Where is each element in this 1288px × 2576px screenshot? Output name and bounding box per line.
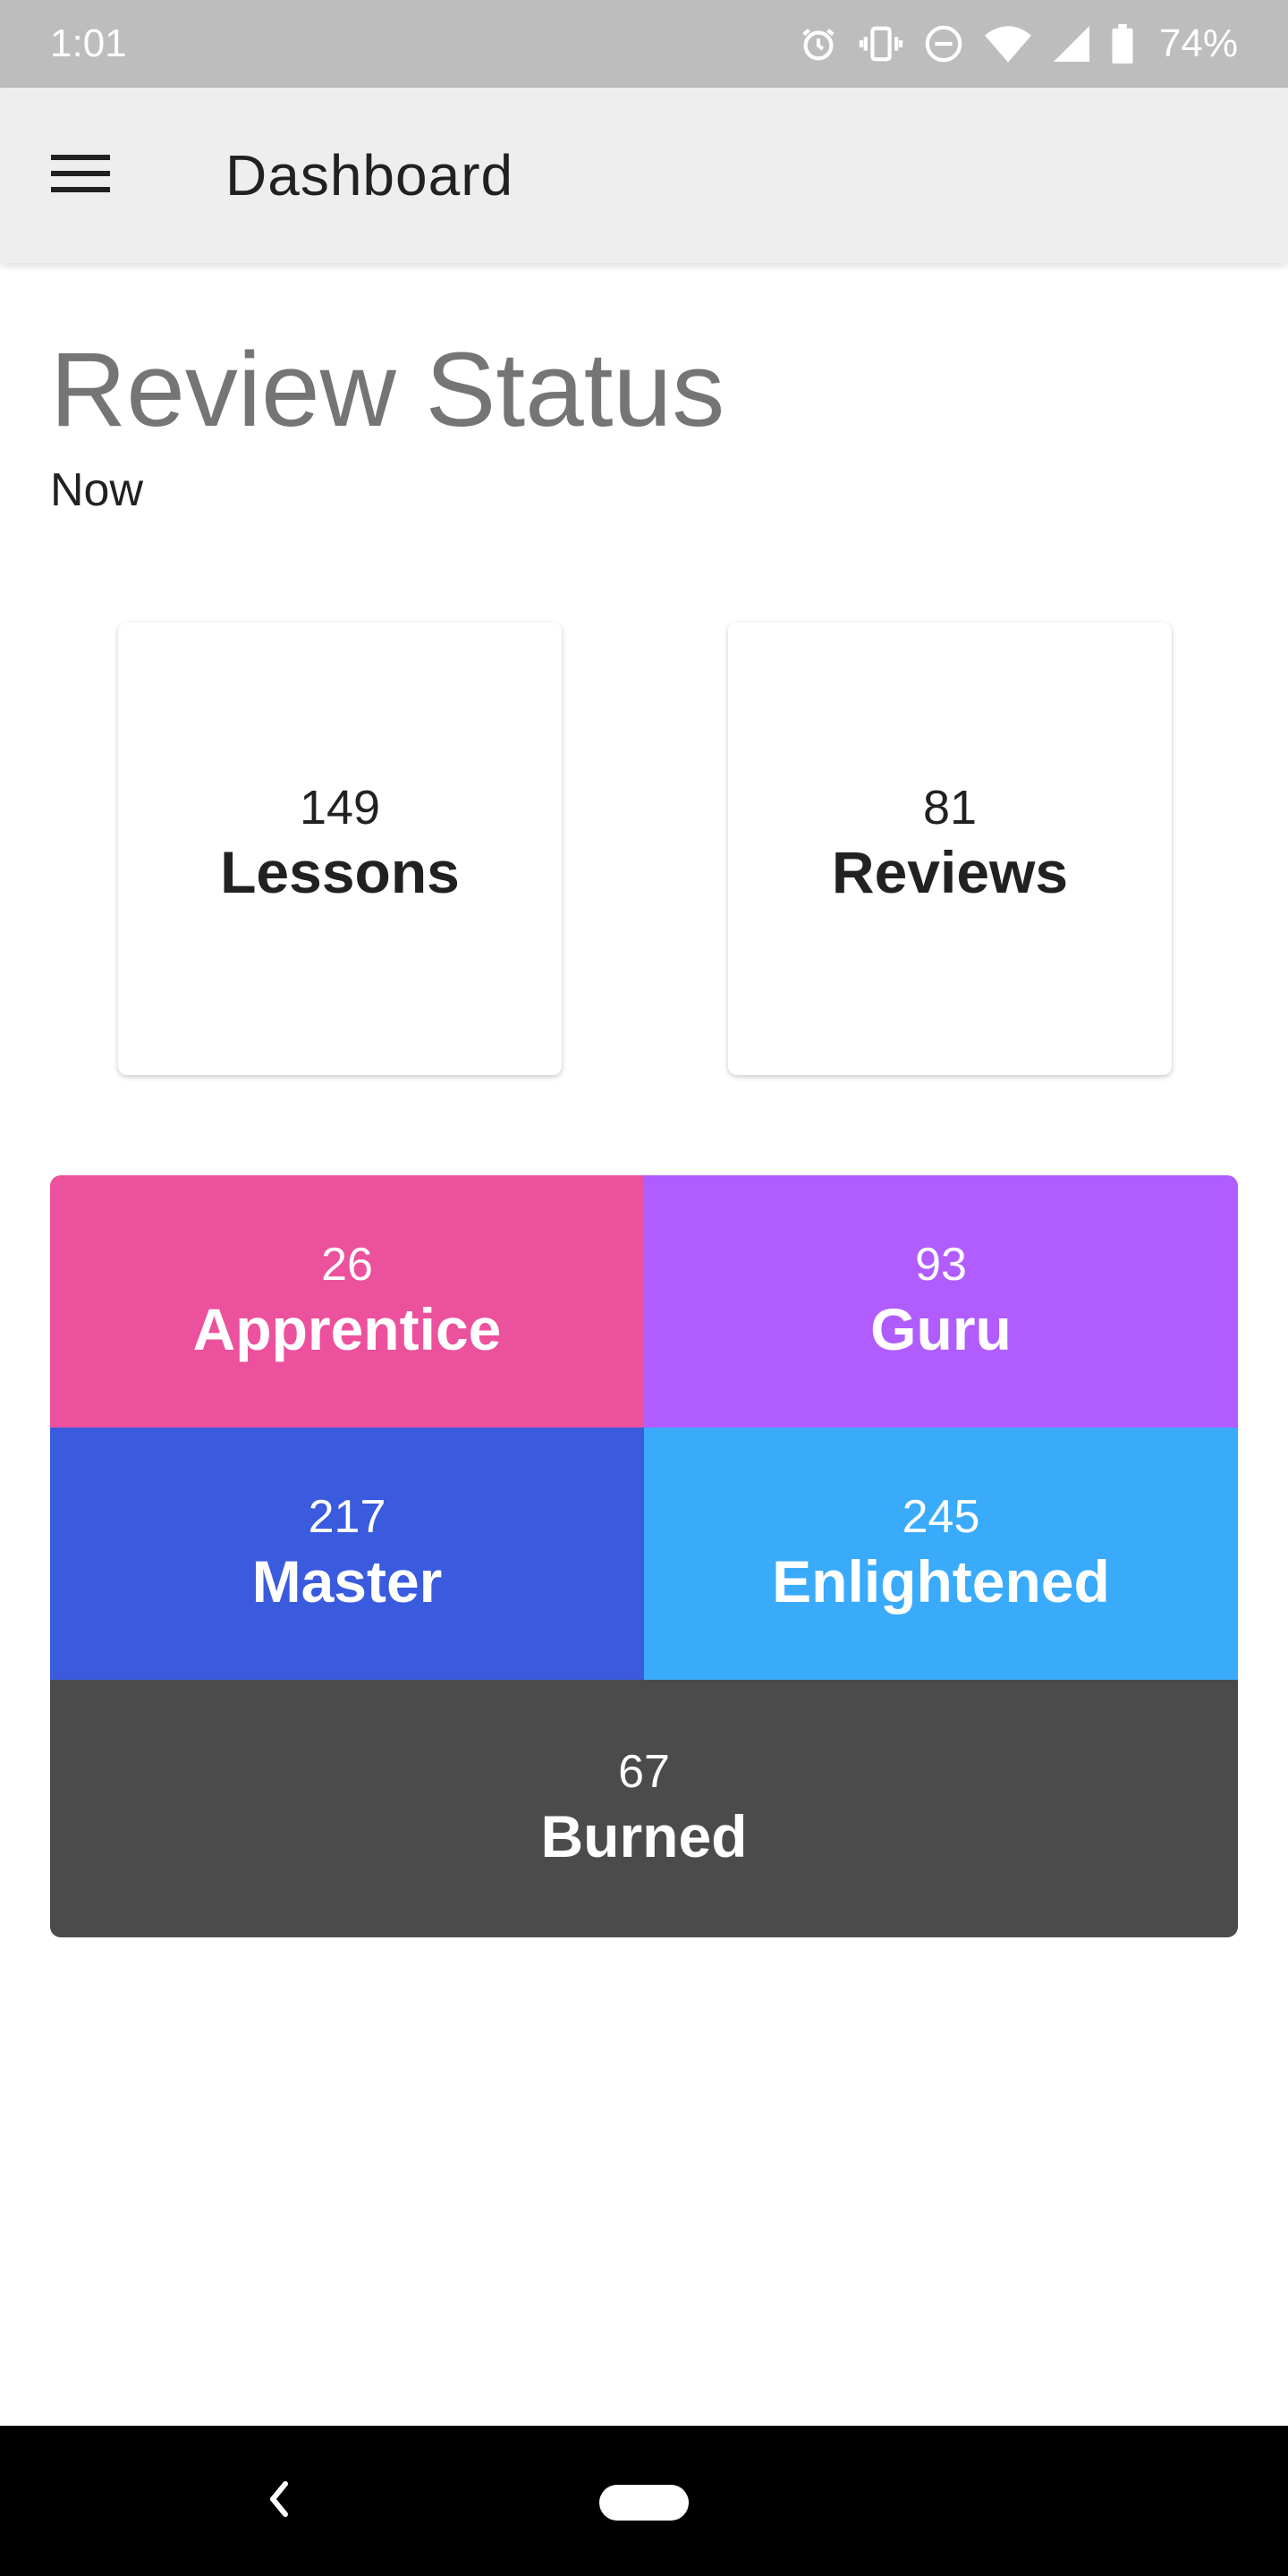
back-chevron-icon	[266, 2479, 292, 2524]
vibrate-icon	[859, 23, 903, 64]
master-label: Master	[251, 1548, 443, 1614]
status-icons: 74%	[798, 18, 1238, 70]
enlightened-tile[interactable]: 245 Enlightened	[644, 1428, 1238, 1680]
hamburger-menu-icon	[51, 153, 110, 199]
page-subtitle: Now	[50, 464, 144, 516]
wifi-icon	[984, 23, 1032, 64]
burned-label: Burned	[540, 1803, 748, 1869]
apprentice-tile[interactable]: 26 Apprentice	[50, 1175, 644, 1428]
apprentice-count: 26	[321, 1239, 373, 1291]
enlightened-count: 245	[902, 1491, 980, 1543]
burned-tile[interactable]: 67 Burned	[50, 1680, 1238, 1937]
lessons-count: 149	[299, 781, 381, 835]
reviews-count: 81	[922, 781, 978, 835]
page-title: Review Status	[50, 331, 725, 449]
battery-percent: 74%	[1158, 21, 1238, 65]
alarm-icon	[798, 23, 839, 64]
guru-tile[interactable]: 93 Guru	[644, 1175, 1238, 1428]
master-count: 217	[308, 1491, 386, 1543]
srs-stage-grid: 26 Apprentice 93 Guru 217 Master 245 Enl…	[50, 1175, 1238, 1937]
home-pill-icon[interactable]	[599, 2485, 689, 2521]
burned-count: 67	[618, 1746, 670, 1798]
reviews-label: Reviews	[831, 839, 1069, 905]
guru-label: Guru	[870, 1296, 1012, 1362]
back-button[interactable]	[256, 2470, 302, 2531]
status-bar: 1:01 74%	[0, 0, 1288, 88]
status-time: 1:01	[50, 21, 127, 65]
guru-count: 93	[915, 1239, 967, 1291]
battery-icon	[1111, 23, 1134, 64]
reviews-card[interactable]: 81 Reviews	[728, 623, 1172, 1075]
system-nav-bar	[0, 2426, 1288, 2576]
lessons-card[interactable]: 149 Lessons	[118, 623, 562, 1075]
apprentice-label: Apprentice	[192, 1296, 502, 1362]
app-title: Dashboard	[225, 143, 514, 208]
signal-icon	[1052, 23, 1091, 64]
master-tile[interactable]: 217 Master	[50, 1428, 644, 1680]
menu-button[interactable]	[45, 140, 116, 211]
lessons-label: Lessons	[220, 839, 460, 905]
do-not-disturb-icon	[923, 23, 964, 64]
enlightened-label: Enlightened	[772, 1548, 1110, 1614]
app-bar: Dashboard	[0, 88, 1288, 263]
